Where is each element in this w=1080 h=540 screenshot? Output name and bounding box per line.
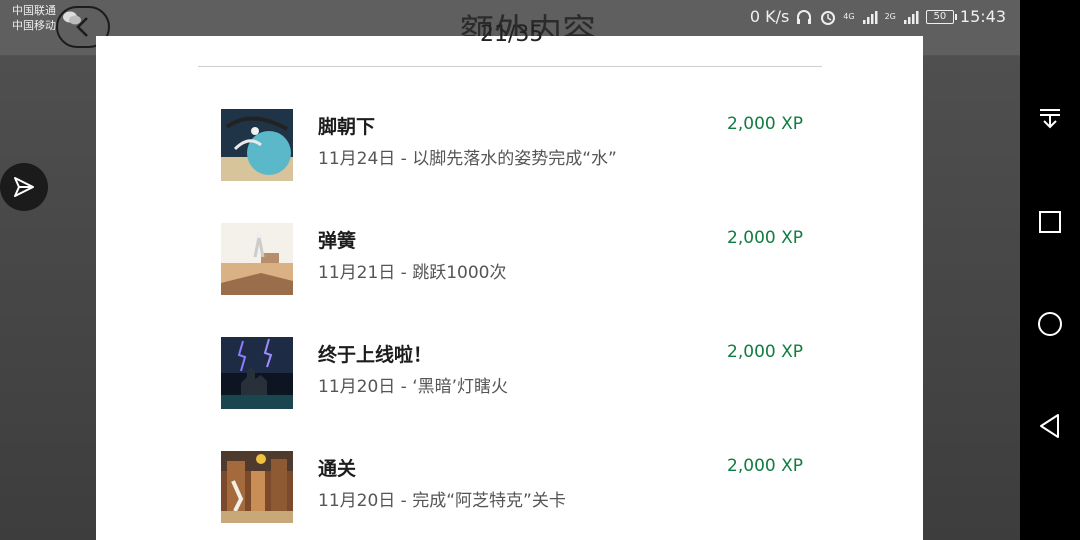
achievement-title: 终于上线啦！ [318,344,433,366]
home-icon [1038,312,1062,336]
nav-back-button[interactable] [1035,411,1065,441]
share-icon [14,177,34,197]
achievement-item[interactable]: 弹簧 11月21日 - 跳跃1000次 2,000 XP [221,223,803,295]
pull-down-icon [1040,109,1060,129]
achievement-title: 通关 [318,458,357,480]
clock: 15:43 [959,7,1006,26]
dark-castle-image [221,337,293,409]
share-button[interactable] [0,163,48,211]
achievement-xp: 2,000 XP [727,228,803,248]
carrier-info: 中国联通 中国移动 [12,3,56,33]
achievement-title: 脚朝下 [318,116,376,138]
carrier-1: 中国联通 [12,4,56,17]
status-bar: 中国联通 中国移动 0 K/s 4G 2G 50 15:43 [0,0,1020,36]
achievement-xp: 2,000 XP [727,114,803,134]
achievement-item[interactable]: 脚朝下 11月24日 - 以脚先落水的姿势完成“水” 2,000 XP [221,109,803,181]
carrier-2: 中国移动 [12,19,56,32]
recent-apps-button[interactable] [1035,207,1065,237]
alarm-icon [821,10,836,25]
status-right: 0 K/s 4G 2G 50 15:43 [750,7,1006,26]
achievement-description: 11月21日 - 跳跃1000次 [318,263,507,283]
achievement-item[interactable]: 终于上线啦！ 11月20日 - ‘黑暗’灯瞎火 2,000 XP [221,337,803,409]
achievement-xp: 2,000 XP [727,342,803,362]
signal-label-1: 4G [843,11,855,21]
wechat-icon [63,11,81,25]
achievements-dialog: 脚朝下 11月24日 - 以脚先落水的姿势完成“水” 2,000 XP 弹簧 1… [96,36,923,540]
signal-icon-2 [903,10,919,24]
home-button[interactable] [1035,309,1065,339]
battery-indicator: 50 [925,9,957,24]
nav-back-icon [1040,414,1059,438]
recent-apps-icon [1039,211,1061,233]
signal-label-2: 2G [884,11,896,21]
achievement-description: 11月20日 - ‘黑暗’灯瞎火 [318,377,509,397]
dialog-divider [198,66,822,67]
desert-level-image [221,223,293,295]
pull-down-button[interactable] [1035,104,1065,134]
headphones-icon [797,9,812,24]
achievement-xp: 2,000 XP [727,456,803,476]
signal-icon-1 [862,10,878,24]
net-speed: 0 K/s [749,7,790,26]
achievement-title: 弹簧 [318,230,357,252]
aztec-level-image [221,451,293,523]
achievement-description: 11月20日 - 完成“阿芝特克”关卡 [318,491,566,511]
achievement-description: 11月24日 - 以脚先落水的姿势完成“水” [318,149,617,169]
navigation-bar [1020,0,1080,540]
achievement-item[interactable]: 通关 11月20日 - 完成“阿芝特克”关卡 2,000 XP [221,451,803,523]
water-level-image [221,109,293,181]
